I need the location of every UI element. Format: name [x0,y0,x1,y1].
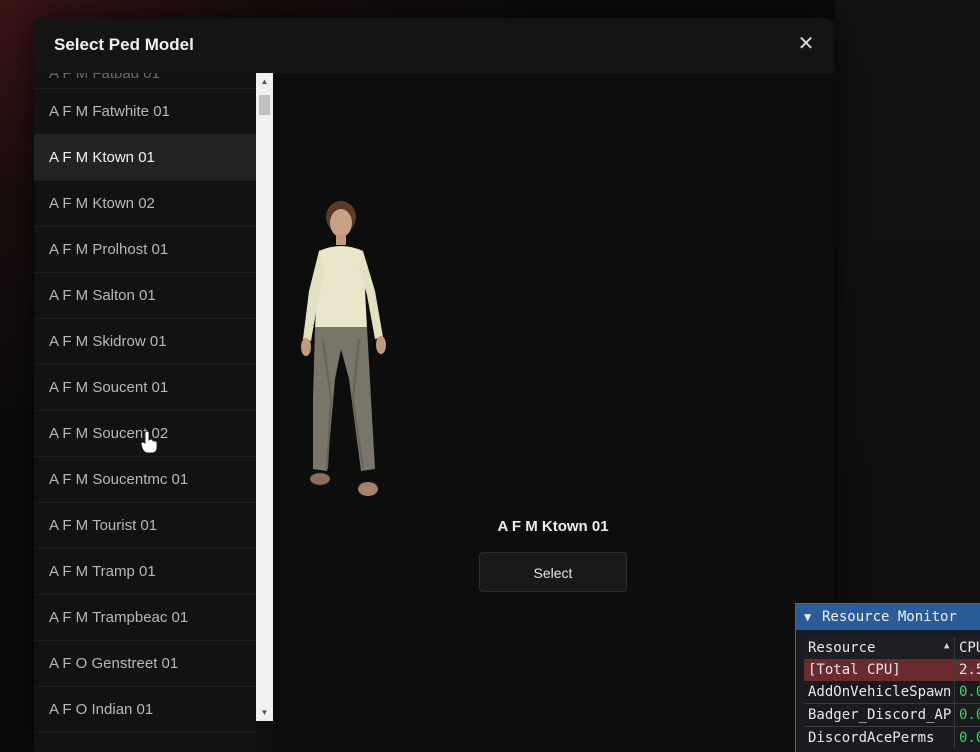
list-item-label: A F M Skidrow 01 [49,333,167,350]
list-item-label: A F M Soucentmc 01 [49,471,189,488]
list-item-label: A F M Ktown 01 [49,149,155,166]
screen: Select Ped Model ✕ A F M Fatbad 01 A F M… [0,0,980,752]
ped-model-preview-image [301,201,386,496]
list-item[interactable]: A F M Tourist 01 [34,503,256,549]
list-item-label: A F O Genstreet 01 [49,655,179,672]
scroll-thumb[interactable] [259,95,270,115]
list-item-label: A F M Ktown 02 [49,195,155,212]
list-item-label: A F M Fatwhite 01 [49,103,170,120]
list-item[interactable]: A F M Salton 01 [34,273,256,319]
resource-monitor-title: Resource Monitor [822,609,957,625]
ped-preview-area: A F M Ktown 01 Select [273,73,834,752]
resource-name: DiscordAcePerms [808,730,935,746]
resource-name: [Total CPU] [808,662,901,678]
list-item-label: A F M Tourist 01 [49,517,158,534]
ped-model-list: A F M Fatbad 01 A F M Fatwhite 01 A F M … [34,73,256,752]
scroll-down-icon[interactable]: ▼ [256,704,273,721]
column-header-label: Resource [808,640,876,656]
collapse-icon[interactable]: ▼ [804,604,811,630]
resource-monitor-window[interactable]: ▼ Resource Monitor Resource ▲ CPU [Total… [795,603,980,752]
select-ped-modal: Select Ped Model ✕ A F M Fatbad 01 A F M… [34,18,834,752]
list-item-label: A F M Soucent 01 [49,379,169,396]
modal-title: Select Ped Model [54,35,194,54]
list-scrollbar[interactable]: ▲ ▼ [256,73,273,721]
list-item-label: A F M Trampbeac 01 [49,609,189,626]
resource-cpu: 0.0 [954,681,980,703]
list-item[interactable]: A F O Indian 01 [34,687,256,733]
list-item[interactable]: A F M Soucentmc 01 [34,457,256,503]
list-item[interactable]: A F M Skidrow 01 [34,319,256,365]
sort-ascending-icon: ▲ [944,641,950,651]
list-item[interactable]: A F M Fatwhite 01 [34,89,256,135]
resource-name: Badger_Discord_API [808,707,951,723]
resource-name: AddOnVehicleSpawner [808,684,951,700]
resource-cpu: 0.0 [954,704,980,726]
resource-monitor-titlebar[interactable]: ▼ Resource Monitor [796,604,980,630]
list-item-label: A F M Tramp 01 [49,563,156,580]
list-item[interactable]: A F M Trampbeac 01 [34,595,256,641]
scroll-up-icon[interactable]: ▲ [256,73,273,90]
column-header-cpu[interactable]: CPU [954,637,980,659]
list-item[interactable]: A F M Tramp 01 [34,549,256,595]
list-item-label: A F O Indian 01 [49,701,154,718]
resource-cpu: 2.5 [954,659,980,681]
close-icon[interactable]: ✕ [794,32,818,56]
table-row-total: [Total CPU] 2.5 [804,659,980,681]
list-item[interactable]: A F M Prolhost 01 [34,227,256,273]
select-button[interactable]: Select [479,552,627,592]
list-item-selected[interactable]: A F M Ktown 01 [34,135,256,181]
list-item-label: A F M Prolhost 01 [49,241,169,258]
column-header-resource[interactable]: Resource ▲ [808,637,951,659]
table-row: DiscordAcePerms 0.0 [804,727,980,749]
list-item-label: A F M Fatbad 01 [49,73,160,82]
list-item[interactable]: A F M Soucent 01 [34,365,256,411]
hand-cursor-icon [140,430,158,454]
resource-cpu: 0.0 [954,727,980,749]
selected-model-name: A F M Ktown 01 [497,518,609,535]
list-item[interactable]: A F O Genstreet 01 [34,641,256,687]
list-item-label: A F M Salton 01 [49,287,156,304]
modal-header: Select Ped Model ✕ [34,18,834,74]
table-row: AddOnVehicleSpawner 0.0 [804,681,980,703]
table-row: Badger_Discord_API 0.0 [804,704,980,726]
list-item[interactable]: A F M Ktown 02 [34,181,256,227]
table-header-row: Resource ▲ CPU [804,637,980,659]
list-item[interactable]: A F M Fatbad 01 [34,73,256,89]
